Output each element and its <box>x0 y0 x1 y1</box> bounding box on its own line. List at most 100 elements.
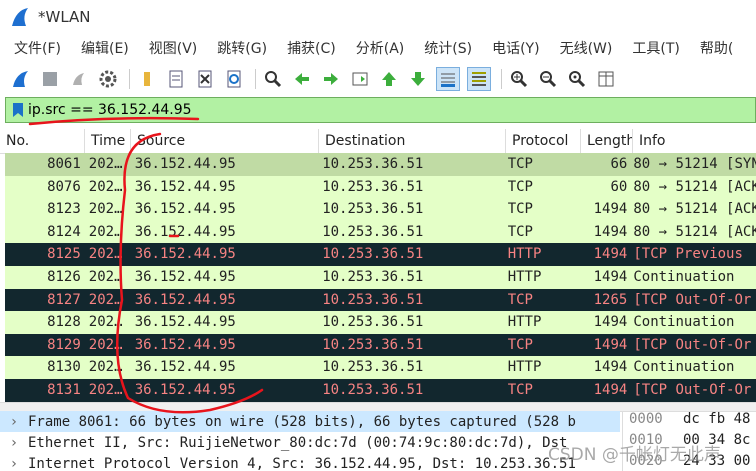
hex-bytes: dc fb 48 <box>683 411 751 427</box>
autoscroll-icon[interactable] <box>436 67 460 91</box>
packet-length: 1494 <box>593 246 628 263</box>
goto-packet-icon[interactable] <box>349 68 371 90</box>
packet-no: 8126 <box>47 268 81 285</box>
filter-bookmark-icon[interactable] <box>12 102 24 118</box>
column-header-time[interactable]: Time <box>85 129 131 153</box>
packet-destination: 10.253.36.51 <box>322 223 424 240</box>
detail-tree-item[interactable]: › Internet Protocol Version 4, Src: 36.15… <box>0 453 620 471</box>
packet-row[interactable]: 8124 202… 36.152.44.95 10.253.36.51 TCP 1494 8… <box>5 220 756 244</box>
packet-no: 8125 <box>47 246 81 263</box>
resize-columns-icon[interactable] <box>595 68 617 90</box>
zoom-in-icon[interactable] <box>508 68 530 90</box>
packet-row[interactable]: 8131 202… 36.152.44.95 10.253.36.51 TCP 1494 [… <box>5 378 756 402</box>
open-folder-icon[interactable] <box>136 68 158 90</box>
packet-time: 202… <box>88 291 123 308</box>
reload-icon[interactable] <box>223 68 245 90</box>
packet-row[interactable]: 8128 202… 36.152.44.95 10.253.36.51 HTTP 1494… <box>5 311 756 334</box>
colorize-icon[interactable] <box>467 67 491 91</box>
detail-tree-item[interactable]: › Ethernet II, Src: RuijieNetwor_80:dc:7d… <box>0 432 620 453</box>
packet-protocol: TCP <box>507 178 533 195</box>
restart-icon[interactable] <box>68 68 90 90</box>
packet-protocol: TCP <box>507 381 533 398</box>
shark-fin-icon[interactable] <box>10 68 32 90</box>
packet-info: [TCP Previous <box>633 246 743 263</box>
packet-info: 80 → 51214 [ACK <box>633 178 756 195</box>
stop-icon[interactable] <box>39 68 61 90</box>
main-toolbar <box>0 63 756 95</box>
packet-no: 8128 <box>47 314 81 331</box>
back-arrow-icon[interactable] <box>291 68 313 90</box>
toolbar-separator <box>255 69 256 89</box>
packet-length: 66 <box>610 156 628 172</box>
packet-row[interactable]: 8123 202… 36.152.44.95 10.253.36.51 TCP 1494 8… <box>5 198 756 221</box>
zoom-out-icon[interactable] <box>537 68 559 90</box>
expand-chevron-icon[interactable]: › <box>0 435 28 451</box>
menu-telephony[interactable]: 电话(Y) <box>492 38 539 58</box>
menu-statistics[interactable]: 统计(S) <box>424 38 472 58</box>
packet-length: 1494 <box>593 268 628 285</box>
packet-destination: 10.253.36.51 <box>322 314 424 331</box>
packet-destination: 10.253.36.51 <box>322 156 424 172</box>
packet-list-header: No. Time Source Destination Protocol Len… <box>0 129 756 154</box>
packet-row[interactable]: 8076 202… 36.152.44.95 10.253.36.51 TCP 60 80 … <box>5 175 756 199</box>
packet-row[interactable]: 8130 202… 36.152.44.95 10.253.36.51 HTTP 1494… <box>5 356 756 379</box>
packet-time: 202… <box>88 381 123 398</box>
packet-source: 36.152.44.95 <box>134 178 236 195</box>
menu-go[interactable]: 跳转(G) <box>217 38 267 58</box>
menu-file[interactable]: 文件(F) <box>14 38 61 58</box>
packet-no: 8127 <box>47 291 81 308</box>
packet-time: 202… <box>88 201 123 218</box>
menu-help[interactable]: 帮助( <box>700 38 733 58</box>
menu-view[interactable]: 视图(V) <box>149 38 198 58</box>
packet-row[interactable]: 8061 202… 36.152.44.95 10.253.36.51 TCP 66 80 … <box>5 153 756 176</box>
detail-tree-item[interactable]: › Frame 8061: 66 bytes on wire (528 bits)… <box>0 411 620 432</box>
expand-chevron-icon[interactable]: › <box>0 414 28 430</box>
packet-row[interactable]: 8125 202… 36.152.44.95 10.253.36.51 HTTP 1494… <box>5 243 756 266</box>
packet-source: 36.152.44.95 <box>134 268 236 285</box>
find-icon[interactable] <box>262 68 284 90</box>
column-header-destination[interactable]: Destination <box>319 129 506 153</box>
packet-no: 8076 <box>47 178 81 195</box>
hex-line[interactable]: 0000 dc fb 48 <box>623 411 756 432</box>
column-header-no[interactable]: No. <box>0 129 85 153</box>
packet-protocol: TCP <box>507 223 533 240</box>
column-header-info[interactable]: Info <box>633 129 756 153</box>
toolbar-separator <box>501 69 502 89</box>
menu-wireless[interactable]: 无线(W) <box>560 38 613 58</box>
packet-time: 202… <box>88 246 123 263</box>
packet-source: 36.152.44.95 <box>134 336 236 353</box>
forward-arrow-icon[interactable] <box>320 68 342 90</box>
packet-list: 8061 202… 36.152.44.95 10.253.36.51 TCP 66 80 … <box>5 153 756 402</box>
packet-time: 202… <box>88 268 123 285</box>
expand-chevron-icon[interactable]: › <box>0 456 28 471</box>
last-packet-icon[interactable] <box>407 68 429 90</box>
packet-length: 1494 <box>593 359 628 376</box>
menu-tools[interactable]: 工具(T) <box>632 38 679 58</box>
options-gear-icon[interactable] <box>97 68 119 90</box>
packet-row[interactable]: 8129 202… 36.152.44.95 10.253.36.51 TCP 1494 [… <box>5 333 756 357</box>
packet-info: 80 → 51214 [ACK <box>633 201 756 218</box>
column-header-length[interactable]: Length <box>581 129 633 153</box>
menu-capture[interactable]: 捕获(C) <box>287 38 336 58</box>
title-bar: *WLAN <box>0 0 756 33</box>
first-packet-icon[interactable] <box>378 68 400 90</box>
packet-destination: 10.253.36.51 <box>322 268 424 285</box>
wireshark-logo-icon <box>10 6 32 28</box>
display-filter-bar[interactable]: ip.src == 36.152.44.95 <box>5 97 756 123</box>
column-header-source[interactable]: Source <box>131 129 319 153</box>
toolbar-separator <box>129 69 130 89</box>
window-title: *WLAN <box>38 7 91 26</box>
packet-no: 8123 <box>47 201 81 218</box>
menu-analyze[interactable]: 分析(A) <box>356 38 405 58</box>
display-filter-input[interactable]: ip.src == 36.152.44.95 <box>28 102 192 118</box>
menu-edit[interactable]: 编辑(E) <box>81 38 129 58</box>
zoom-normal-icon[interactable] <box>566 68 588 90</box>
save-file-icon[interactable] <box>165 68 187 90</box>
packet-row[interactable]: 8127 202… 36.152.44.95 10.253.36.51 TCP 1265 [… <box>5 288 756 312</box>
close-file-icon[interactable] <box>194 68 216 90</box>
packet-info: Continuation <box>633 314 735 331</box>
packet-row[interactable]: 8126 202… 36.152.44.95 10.253.36.51 HTTP 1494… <box>5 265 756 289</box>
packet-time: 202… <box>88 223 123 240</box>
column-header-protocol[interactable]: Protocol <box>506 129 581 153</box>
packet-length: 60 <box>610 178 628 195</box>
